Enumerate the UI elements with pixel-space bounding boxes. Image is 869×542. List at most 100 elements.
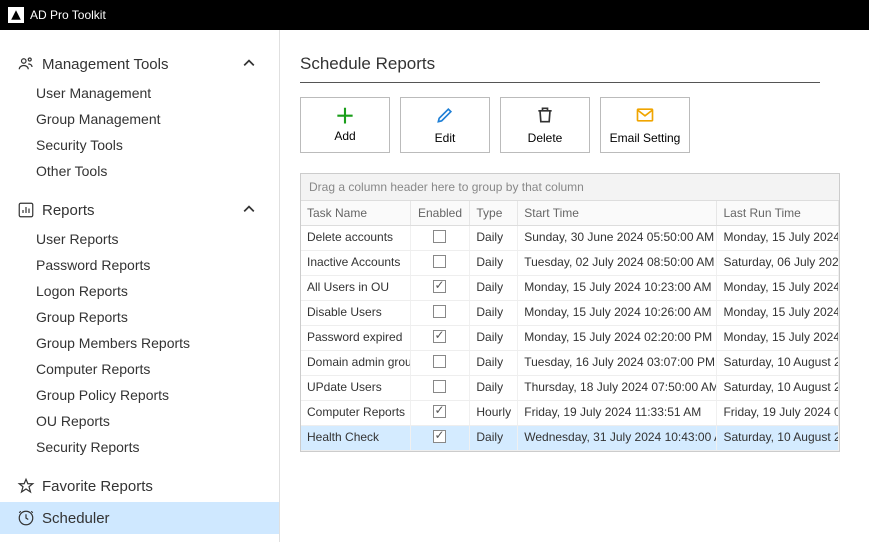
cell-enabled[interactable] [411,426,471,450]
checkbox-icon[interactable] [433,380,446,393]
sidebar-item-label: Scheduler [42,510,110,527]
email-setting-button[interactable]: Email Setting [600,97,690,153]
col-type[interactable]: Type [470,201,518,225]
content-pane: Schedule Reports ＋ Add Edit Delete [280,30,869,542]
checkbox-icon[interactable] [433,430,446,443]
col-task-name[interactable]: Task Name [301,201,411,225]
cell-last: Saturday, 10 August 202 [717,426,839,450]
button-label: Email Setting [610,131,681,145]
cell-last: Saturday, 10 August 202 [717,376,839,400]
sidebar-item-group-management[interactable]: Group Management [0,106,279,132]
col-enabled[interactable]: Enabled [411,201,471,225]
cell-start: Tuesday, 02 July 2024 08:50:00 AM [518,251,717,275]
sidebar-item-computer-reports[interactable]: Computer Reports [0,356,279,382]
cell-task: Inactive Accounts [301,251,411,275]
checkbox-icon[interactable] [433,280,446,293]
cell-type: Hourly [470,401,518,425]
cell-last: Monday, 15 July 2024 10 [717,301,839,325]
cell-enabled[interactable] [411,251,471,275]
edit-button[interactable]: Edit [400,97,490,153]
cell-start: Tuesday, 16 July 2024 03:07:00 PM [518,351,717,375]
checkbox-icon[interactable] [433,405,446,418]
sidebar-item-label: Favorite Reports [42,478,153,495]
checkbox-icon[interactable] [433,305,446,318]
cell-start: Friday, 19 July 2024 11:33:51 AM [518,401,717,425]
clock-icon [16,508,36,528]
pencil-icon [435,105,455,129]
grid-body: Delete accountsDailySunday, 30 June 2024… [301,226,839,451]
sidebar-item-favorite-reports[interactable]: Favorite Reports [0,470,279,502]
cell-task: Health Check [301,426,411,450]
cell-last: Friday, 19 July 2024 01:3 [717,401,839,425]
group-by-hint[interactable]: Drag a column header here to group by th… [301,174,839,201]
col-start-time[interactable]: Start Time [518,201,717,225]
sidebar-item-ou-reports[interactable]: OU Reports [0,408,279,434]
cell-enabled[interactable] [411,376,471,400]
sidebar-section-reports[interactable]: Reports [0,194,279,226]
button-label: Edit [435,131,456,145]
mail-icon [634,105,656,129]
table-row[interactable]: UPdate UsersDailyThursday, 18 July 2024 … [301,376,839,401]
sidebar-item-user-reports[interactable]: User Reports [0,226,279,252]
table-row[interactable]: Disable UsersDailyMonday, 15 July 2024 1… [301,301,839,326]
table-row[interactable]: Domain admin group DailyTuesday, 16 July … [301,351,839,376]
sidebar-section-label: Management Tools [42,56,168,73]
titlebar: AD Pro Toolkit [0,0,869,30]
button-label: Delete [528,131,563,145]
checkbox-icon[interactable] [433,330,446,343]
table-row[interactable]: Password expiredDailyMonday, 15 July 202… [301,326,839,351]
sidebar-item-group-reports[interactable]: Group Reports [0,304,279,330]
cell-type: Daily [470,226,518,250]
cell-enabled[interactable] [411,401,471,425]
sidebar-item-group-members-reports[interactable]: Group Members Reports [0,330,279,356]
col-last-run[interactable]: Last Run Time [717,201,839,225]
cell-last: Monday, 15 July 2024 10 [717,276,839,300]
cell-task: Domain admin group [301,351,411,375]
cell-type: Daily [470,376,518,400]
star-icon [16,476,36,496]
cell-start: Wednesday, 31 July 2024 10:43:00 AM [518,426,717,450]
cell-type: Daily [470,426,518,450]
cell-start: Monday, 15 July 2024 10:26:00 AM [518,301,717,325]
plus-icon: ＋ [335,107,355,127]
chevron-up-icon [243,202,255,219]
table-row[interactable]: Delete accountsDailySunday, 30 June 2024… [301,226,839,251]
grid-header: Task Name Enabled Type Start Time Last R… [301,201,839,226]
cell-task: UPdate Users [301,376,411,400]
delete-button[interactable]: Delete [500,97,590,153]
table-row[interactable]: Health Check DailyWednesday, 31 July 2024… [301,426,839,451]
checkbox-icon[interactable] [433,230,446,243]
cell-enabled[interactable] [411,276,471,300]
sidebar-item-scheduler[interactable]: Scheduler [0,502,279,534]
checkbox-icon[interactable] [433,255,446,268]
cell-start: Monday, 15 July 2024 02:20:00 PM [518,326,717,350]
cell-enabled[interactable] [411,226,471,250]
table-row[interactable]: Computer ReportsHourlyFriday, 19 July 20… [301,401,839,426]
cell-last: Saturday, 10 August 202 [717,351,839,375]
checkbox-icon[interactable] [433,355,446,368]
cell-type: Daily [470,351,518,375]
cell-enabled[interactable] [411,301,471,325]
add-button[interactable]: ＋ Add [300,97,390,153]
app-title: AD Pro Toolkit [30,8,106,22]
management-icon [16,54,36,74]
sidebar-item-security-tools[interactable]: Security Tools [0,132,279,158]
title-divider [300,82,820,83]
sidebar-item-group-policy-reports[interactable]: Group Policy Reports [0,382,279,408]
cell-last: Monday, 15 July 2024 02 [717,326,839,350]
cell-start: Monday, 15 July 2024 10:23:00 AM [518,276,717,300]
cell-task: Computer Reports [301,401,411,425]
sidebar-section-management[interactable]: Management Tools [0,48,279,80]
cell-enabled[interactable] [411,351,471,375]
sidebar-item-security-reports[interactable]: Security Reports [0,434,279,460]
table-row[interactable]: Inactive AccountsDailyTuesday, 02 July 2… [301,251,839,276]
table-row[interactable]: All Users in OUDailyMonday, 15 July 2024… [301,276,839,301]
cell-type: Daily [470,326,518,350]
sidebar-item-other-tools[interactable]: Other Tools [0,158,279,184]
sidebar-item-logon-reports[interactable]: Logon Reports [0,278,279,304]
button-label: Add [334,129,355,143]
sidebar-item-user-management[interactable]: User Management [0,80,279,106]
cell-enabled[interactable] [411,326,471,350]
sidebar-item-password-reports[interactable]: Password Reports [0,252,279,278]
app-logo-icon [8,7,24,23]
